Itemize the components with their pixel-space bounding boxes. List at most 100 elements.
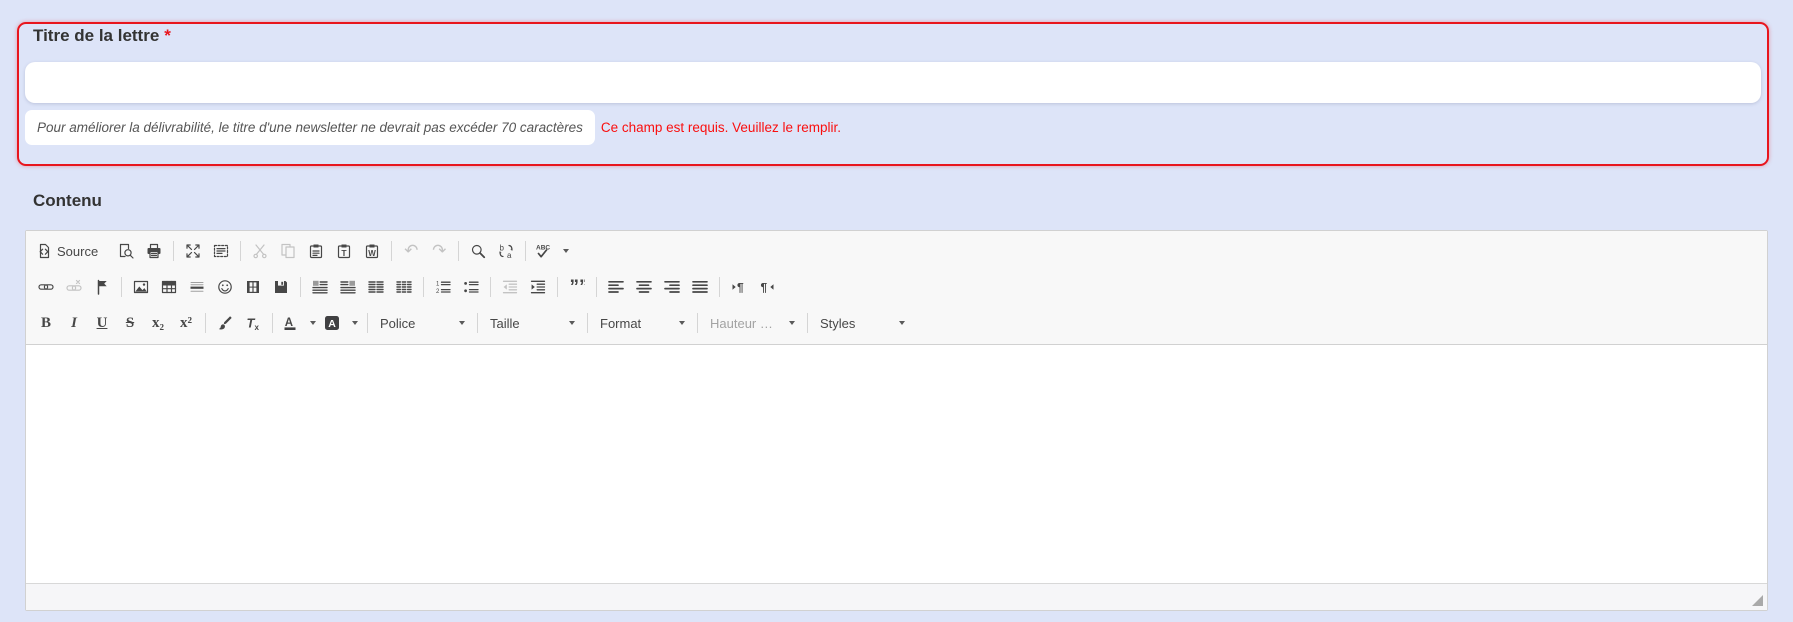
align-left-icon <box>608 279 624 295</box>
iframe-button[interactable] <box>240 274 266 300</box>
indent-button[interactable] <box>525 274 551 300</box>
strikethrough-button[interactable]: S <box>117 310 143 336</box>
preview-button[interactable] <box>113 238 139 264</box>
replace-button[interactable]: ba <box>493 238 519 264</box>
editor-content[interactable] <box>26 345 1767 583</box>
underline-icon: U <box>97 315 108 331</box>
columns-2-icon <box>368 279 384 295</box>
maximize-icon <box>185 243 201 259</box>
font-combo[interactable]: Police <box>375 310 470 336</box>
numbered-list-button[interactable]: 12 <box>430 274 456 300</box>
float-left-block-button[interactable] <box>307 274 333 300</box>
styles-combo[interactable]: Styles <box>815 310 910 336</box>
float-right-block-button[interactable] <box>335 274 361 300</box>
paste-word-icon: W <box>364 243 380 259</box>
paste-from-word-button[interactable]: W <box>359 238 385 264</box>
copy-button <box>275 238 301 264</box>
anchor-icon <box>94 279 110 295</box>
two-columns-button[interactable] <box>363 274 389 300</box>
title-input[interactable] <box>25 62 1761 103</box>
save-icon <box>273 279 289 295</box>
direction-rtl-icon: ¶ <box>759 279 775 295</box>
spell-check-button[interactable]: ABC <box>532 238 572 264</box>
link-button[interactable] <box>33 274 59 300</box>
toolbar-separator <box>367 313 368 333</box>
indent-icon <box>530 279 546 295</box>
bold-icon: B <box>41 315 51 331</box>
paste-text-button[interactable]: T <box>331 238 357 264</box>
anchor-button[interactable] <box>89 274 115 300</box>
resize-grip[interactable] <box>1752 595 1763 606</box>
find-button[interactable] <box>465 238 491 264</box>
numbered-list-icon: 12 <box>435 279 451 295</box>
maximize-button[interactable] <box>180 238 206 264</box>
direction-rtl-button[interactable]: ¶ <box>754 274 780 300</box>
text-color-icon: A <box>282 315 298 331</box>
float-right-icon <box>340 279 356 295</box>
subscript-button[interactable]: x₂ <box>145 310 171 336</box>
superscript-icon: x² <box>180 315 192 331</box>
background-color-button[interactable]: A <box>321 310 361 336</box>
chevron-down-icon <box>352 321 358 325</box>
show-blocks-button[interactable] <box>208 238 234 264</box>
table-button[interactable] <box>156 274 182 300</box>
direction-ltr-icon: ¶ <box>731 279 747 295</box>
save-button[interactable] <box>268 274 294 300</box>
chevron-down-icon <box>563 249 569 253</box>
outdent-icon <box>502 279 518 295</box>
smiley-button[interactable] <box>212 274 238 300</box>
print-button[interactable] <box>141 238 167 264</box>
font-size-combo[interactable]: Taille <box>485 310 580 336</box>
float-left-icon <box>312 279 328 295</box>
undo-button: ↶ <box>398 238 424 264</box>
bold-button[interactable]: B <box>33 310 59 336</box>
blockquote-button[interactable]: ”” <box>564 274 590 300</box>
undo-icon: ↶ <box>404 243 418 260</box>
italic-button[interactable]: I <box>61 310 87 336</box>
print-icon <box>146 243 162 259</box>
line-height-combo[interactable]: Hauteur … <box>705 310 800 336</box>
toolbar-separator <box>587 313 588 333</box>
toolbar-row-2: 12 ”” ¶ ¶ <box>32 269 1761 305</box>
paste-button[interactable] <box>303 238 329 264</box>
chevron-down-icon <box>569 321 575 325</box>
svg-text:A: A <box>285 317 293 329</box>
redo-icon: ↷ <box>432 243 446 260</box>
chevron-down-icon <box>679 321 685 325</box>
toolbar-separator <box>697 313 698 333</box>
underline-button[interactable]: U <box>89 310 115 336</box>
source-icon <box>36 243 52 259</box>
align-center-icon <box>636 279 652 295</box>
superscript-button[interactable]: x² <box>173 310 199 336</box>
copy-icon <box>280 243 296 259</box>
columns-3-icon <box>396 279 412 295</box>
preview-icon <box>118 243 134 259</box>
paragraph-format-combo[interactable]: Format <box>595 310 690 336</box>
svg-text:¶: ¶ <box>761 281 768 295</box>
svg-text:””: ”” <box>570 279 586 295</box>
find-icon <box>470 243 486 259</box>
align-right-button[interactable] <box>659 274 685 300</box>
unlink-button <box>61 274 87 300</box>
toolbar-separator <box>300 277 301 297</box>
editor-status-bar <box>26 583 1767 610</box>
direction-ltr-button[interactable]: ¶ <box>726 274 752 300</box>
copy-formatting-button[interactable] <box>212 310 238 336</box>
remove-format-button[interactable]: Tx <box>240 310 266 336</box>
three-columns-button[interactable] <box>391 274 417 300</box>
image-button[interactable] <box>128 274 154 300</box>
align-left-button[interactable] <box>603 274 629 300</box>
bulleted-list-button[interactable] <box>458 274 484 300</box>
align-justify-button[interactable] <box>687 274 713 300</box>
paste-icon <box>308 243 324 259</box>
outdent-button <box>497 274 523 300</box>
source-button[interactable]: Source <box>33 238 101 264</box>
redo-button: ↷ <box>426 238 452 264</box>
align-center-button[interactable] <box>631 274 657 300</box>
horizontal-rule-button[interactable] <box>184 274 210 300</box>
cut-button <box>247 238 273 264</box>
spell-check-icon: ABC <box>535 243 551 259</box>
title-error-message: Ce champ est requis. Veuillez le remplir… <box>601 120 841 135</box>
text-color-button[interactable]: A <box>279 310 319 336</box>
chevron-down-icon <box>310 321 316 325</box>
